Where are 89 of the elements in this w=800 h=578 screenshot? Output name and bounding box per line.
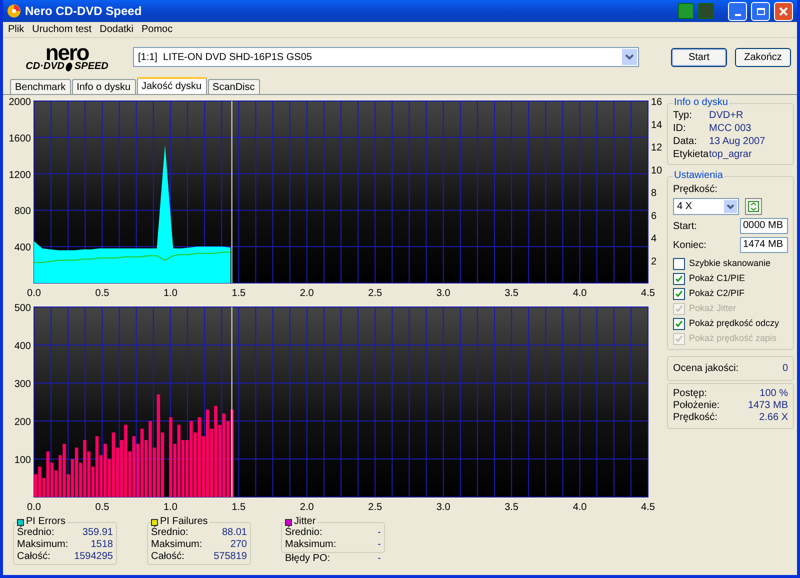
progress-value: 1473 MB xyxy=(748,400,788,412)
tick-label: 16 xyxy=(651,97,662,108)
info-value: 13 Aug 2007 xyxy=(709,135,766,148)
tick-label: 4.5 xyxy=(641,288,655,299)
info-label: Etykieta xyxy=(673,148,707,161)
tick-label: 0.5 xyxy=(95,288,110,299)
group-title: Ustawienia xyxy=(673,171,724,181)
tick-label: 4.0 xyxy=(572,288,587,299)
tick-label: 4 xyxy=(651,234,657,244)
tick-label: 12 xyxy=(651,142,662,154)
tick-label: 2.5 xyxy=(368,288,382,299)
stat-value: 270 xyxy=(230,539,247,551)
tick-label: 2.0 xyxy=(300,288,314,299)
tick-label: 100 xyxy=(14,455,31,466)
field-label: Start: xyxy=(673,220,697,234)
stat-value: - xyxy=(378,539,381,551)
info-label: Typ: xyxy=(673,109,693,122)
info-value: MCC 003 xyxy=(709,122,752,135)
checkbox-label: Szybkie skanowanie xyxy=(689,256,771,270)
tick-label: 3.0 xyxy=(436,288,450,299)
stats-title: PI Failures xyxy=(160,517,208,527)
quality-value: 0 xyxy=(782,362,788,376)
tick-label: 4.0 xyxy=(572,502,587,513)
info-value: top_agrar xyxy=(709,148,752,161)
progress-value: 100 % xyxy=(760,388,788,400)
tick-label: 3.5 xyxy=(504,288,518,299)
stat-label: Średnio: xyxy=(17,527,54,539)
tick-label: 1600 xyxy=(8,133,31,144)
checkbox-label: Pokaż prędkość zapis xyxy=(689,332,777,345)
progress-label: Położenie: xyxy=(673,400,720,412)
info-label: Data: xyxy=(673,135,698,148)
tick-label: 1.5 xyxy=(232,502,246,513)
stat-label: Maksimum: xyxy=(285,539,336,551)
stat-value: 1594295 xyxy=(74,551,113,563)
stat-value: - xyxy=(378,527,381,539)
stat-value: - xyxy=(378,553,381,565)
quality-label: Ocena jakości: xyxy=(673,362,739,376)
tick-label: 0.5 xyxy=(95,502,110,513)
field-label: Koniec: xyxy=(673,238,706,252)
stat-value: 359.91 xyxy=(82,527,113,539)
checkbox-label: Pokaż Jitter xyxy=(689,302,736,315)
tick-label: 1.0 xyxy=(164,502,178,513)
info-value: DVD+R xyxy=(709,109,744,122)
stats-title: PI Errors xyxy=(26,517,66,527)
tick-label: 400 xyxy=(14,341,31,352)
tick-label: 0.0 xyxy=(27,288,41,299)
speed-label: Prędkość: xyxy=(673,183,718,197)
tick-label: 6 xyxy=(651,210,657,222)
checkbox-label: Pokaż C2/PIF xyxy=(689,286,745,300)
stat-value: 575819 xyxy=(214,551,247,563)
progress-value: 2.66 X xyxy=(759,412,788,424)
tick-label: 8 xyxy=(651,188,657,199)
info-label: ID: xyxy=(673,122,687,135)
stat-label: Całość: xyxy=(151,551,184,563)
tick-label: 10 xyxy=(651,165,662,176)
tick-label: 2.5 xyxy=(368,502,382,513)
stat-label: Maksimum: xyxy=(17,539,68,551)
logo-text: CD·DVD xyxy=(26,62,64,72)
progress-label: Prędkość: xyxy=(673,412,718,424)
tick-label: 4.5 xyxy=(641,502,655,513)
tick-label: 300 xyxy=(14,379,31,390)
stat-label: Średnio: xyxy=(285,527,322,539)
tick-label: 3.0 xyxy=(436,502,450,513)
tick-label: 0.0 xyxy=(27,502,41,513)
stat-label: Średnio: xyxy=(151,527,188,539)
tick-label: 2 xyxy=(651,256,657,268)
progress-label: Postęp: xyxy=(673,388,707,400)
tick-label: 14 xyxy=(651,120,662,131)
tick-label: 1200 xyxy=(8,170,31,181)
tick-label: 1.0 xyxy=(164,288,178,299)
stat-label: Całość: xyxy=(17,551,50,563)
stat-value: 88.01 xyxy=(222,527,247,539)
stat-label: Maksimum: xyxy=(151,539,202,551)
group-title: Info o dysku xyxy=(673,98,729,108)
stats-title: Jitter xyxy=(294,517,316,527)
tick-label: 400 xyxy=(14,242,31,254)
checkbox-label: Pokaż prędkość odczy xyxy=(689,316,780,330)
logo-text: SPEED xyxy=(74,62,108,72)
tick-label: 3.5 xyxy=(504,502,518,513)
tick-label: 2000 xyxy=(8,97,31,108)
stat-value: 1518 xyxy=(90,539,113,551)
tick-label: 800 xyxy=(14,206,31,218)
window-title: Nero CD-DVD Speed xyxy=(25,3,142,20)
tick-label: 1.5 xyxy=(232,288,246,299)
tick-label: 500 xyxy=(14,303,31,314)
tick-label: 200 xyxy=(14,417,31,428)
stat-label: Błędy PO: xyxy=(285,553,330,565)
tick-label: 2.0 xyxy=(300,502,314,513)
checkbox-label: Pokaż C1/PIE xyxy=(689,272,746,285)
